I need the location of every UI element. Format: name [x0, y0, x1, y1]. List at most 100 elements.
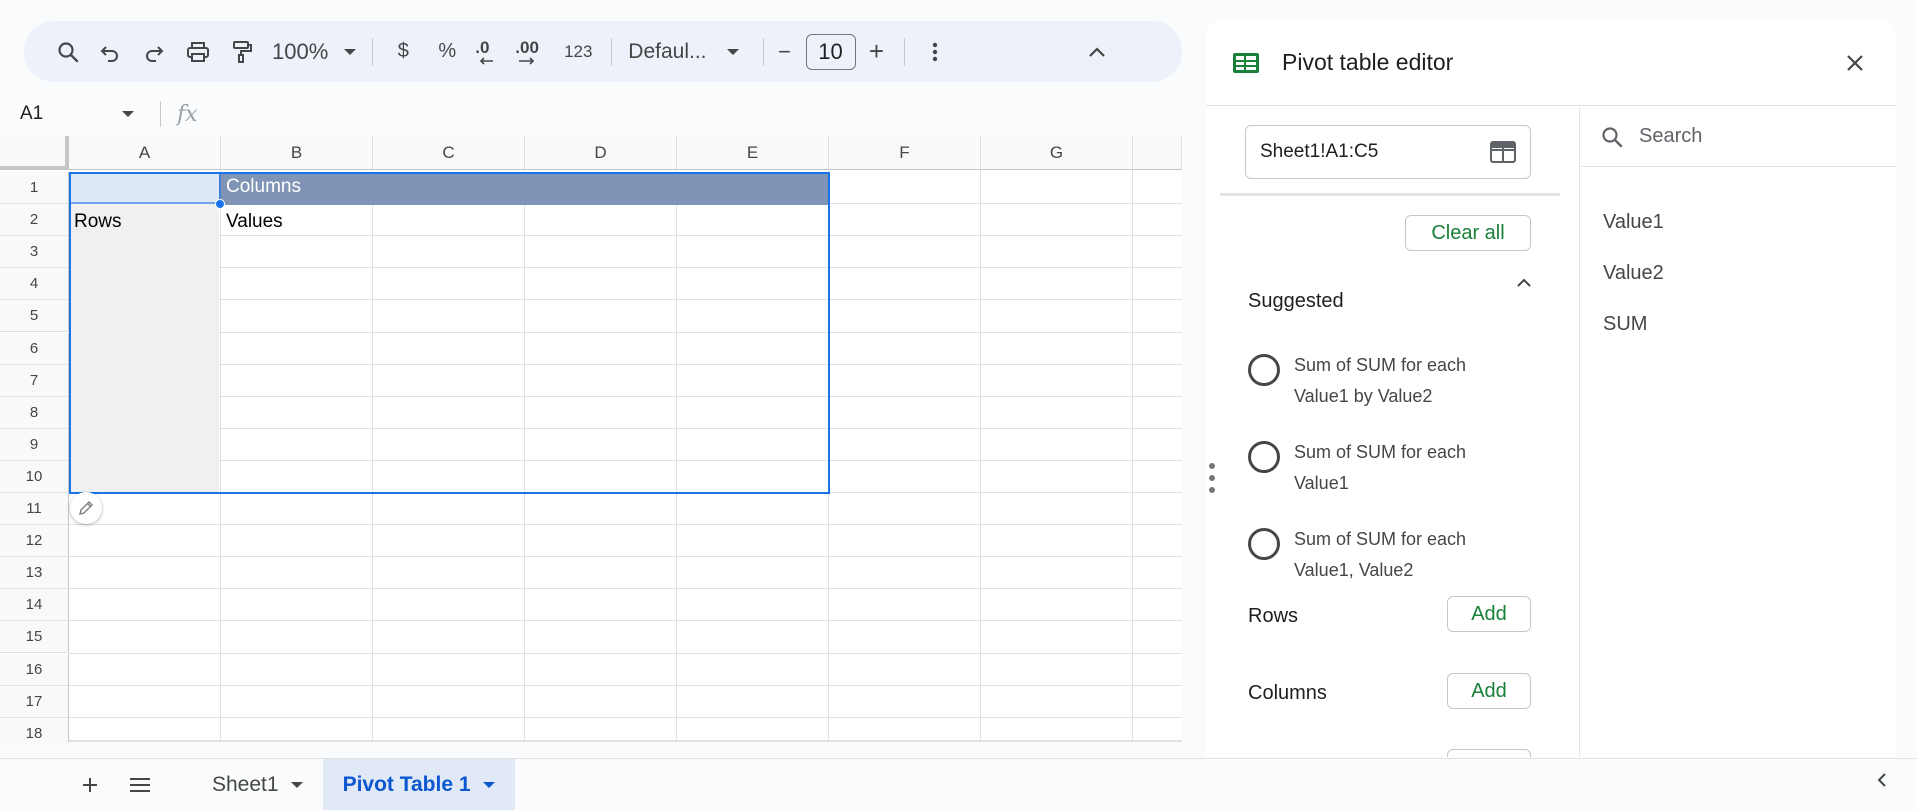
- paint-format-icon[interactable]: [220, 32, 264, 72]
- row-header-11[interactable]: 11: [0, 493, 69, 526]
- row-header-13[interactable]: 13: [0, 557, 69, 590]
- row-header-18[interactable]: 18: [0, 717, 69, 742]
- row-header-7[interactable]: 7: [0, 364, 69, 397]
- row-header-1[interactable]: 1: [0, 172, 69, 205]
- sheet-tab-sheet1[interactable]: Sheet1: [192, 759, 323, 810]
- pivot-table-editor-panel: Pivot table editor Sheet1!A1:C5 Clear al…: [1206, 20, 1896, 757]
- font-select[interactable]: Defaul...: [620, 32, 746, 72]
- data-range-field[interactable]: Sheet1!A1:C5: [1245, 125, 1531, 179]
- add-rows-button[interactable]: Add: [1447, 596, 1531, 632]
- toolbar-divider: [372, 37, 374, 66]
- drag-handle-icon[interactable]: [1208, 461, 1216, 500]
- plus-icon: +: [868, 36, 885, 66]
- radio-icon[interactable]: [1248, 528, 1280, 560]
- suggested-title: Suggested: [1248, 290, 1344, 312]
- row-header-5[interactable]: 5: [0, 300, 69, 333]
- row-header-15[interactable]: 15: [0, 621, 69, 654]
- add-values-button[interactable]: [1447, 749, 1531, 757]
- active-cell-a1[interactable]: [69, 172, 221, 204]
- column-header-e[interactable]: E: [677, 136, 829, 170]
- radio-icon[interactable]: [1248, 354, 1280, 386]
- add-sheet-icon[interactable]: [70, 765, 110, 805]
- row-header-6[interactable]: 6: [0, 332, 69, 365]
- zoom-select[interactable]: 100%: [264, 32, 364, 72]
- fx-icon: fx: [177, 101, 198, 127]
- close-icon[interactable]: [1842, 50, 1868, 76]
- undo-icon[interactable]: [88, 32, 132, 72]
- add-columns-button[interactable]: Add: [1447, 673, 1531, 709]
- hide-menus-icon[interactable]: [1077, 32, 1117, 72]
- grid-row-line: [69, 652, 1182, 654]
- rows-section-title: Rows: [1248, 605, 1299, 627]
- clear-all-button[interactable]: Clear all: [1405, 215, 1531, 251]
- field-search-input[interactable]: [1639, 125, 1879, 148]
- field-item-sum[interactable]: SUM: [1603, 313, 1647, 336]
- column-header-filler: [1133, 136, 1182, 170]
- column-header-d[interactable]: D: [525, 136, 677, 170]
- decrease-font-size-button[interactable]: −: [772, 32, 798, 72]
- select-all-corner[interactable]: [0, 136, 69, 170]
- suggestion-option[interactable]: Sum of SUM for each Value1: [1248, 437, 1494, 499]
- cell-a2: Rows: [74, 211, 122, 232]
- column-header-g[interactable]: G: [981, 136, 1133, 170]
- grid-row-line: [69, 459, 1182, 461]
- row-header-9[interactable]: 9: [0, 428, 69, 461]
- grid-column-line: [828, 170, 829, 740]
- field-item-value2[interactable]: Value2: [1603, 262, 1664, 285]
- row-header-16[interactable]: 16: [0, 653, 69, 686]
- decrease-decimal-button[interactable]: .0: [469, 32, 509, 72]
- sheet-tab-pivot-table-1[interactable]: Pivot Table 1: [322, 758, 515, 810]
- panel-header: Pivot table editor: [1206, 20, 1896, 106]
- percent-format-button[interactable]: %: [425, 32, 469, 72]
- row-header-17[interactable]: 17: [0, 685, 69, 718]
- edit-pivot-button[interactable]: [70, 492, 102, 524]
- toolbar-divider: [762, 37, 764, 66]
- search-icon: [1602, 126, 1623, 147]
- column-header-f[interactable]: F: [829, 136, 981, 170]
- suggestion-option[interactable]: Sum of SUM for each Value1 by Value2: [1248, 350, 1494, 412]
- field-item-value1[interactable]: Value1: [1603, 211, 1664, 234]
- formula-input[interactable]: [198, 95, 1182, 133]
- more-options-icon[interactable]: [913, 32, 957, 72]
- row-header-14[interactable]: 14: [0, 589, 69, 622]
- row-header-12[interactable]: 12: [0, 525, 69, 558]
- fields-column: Value1 Value2 SUM: [1581, 107, 1896, 757]
- select-range-icon[interactable]: [1490, 141, 1516, 163]
- row-header-10[interactable]: 10: [0, 460, 69, 493]
- arrow-left-icon: [480, 56, 494, 65]
- grid-row-line: [69, 716, 1182, 718]
- all-sheets-menu-icon[interactable]: [120, 765, 160, 805]
- spreadsheet-grid[interactable]: ABCDEFG 1 2 3 4 5 6 7 8 9 10 11 12 13 14 15 16 17 18 Colu…: [0, 136, 1182, 742]
- column-header-c[interactable]: C: [373, 136, 525, 170]
- currency-format-button[interactable]: $: [381, 32, 425, 72]
- increase-decimal-button[interactable]: .00: [509, 32, 553, 72]
- collapse-sidepanel-icon[interactable]: [1875, 771, 1889, 794]
- radio-icon[interactable]: [1248, 441, 1280, 473]
- column-header-a[interactable]: A: [69, 136, 221, 170]
- row-header-2[interactable]: 2: [0, 204, 69, 237]
- suggestion-option[interactable]: Sum of SUM for each Value1, Value2: [1248, 524, 1494, 586]
- row-header-4[interactable]: 4: [0, 268, 69, 301]
- grid-column-line: [1132, 170, 1133, 740]
- column-header-b[interactable]: B: [221, 136, 373, 170]
- row-header-3[interactable]: 3: [0, 236, 69, 269]
- horizontal-scrollbar[interactable]: [69, 740, 1182, 742]
- grid-row-line: [69, 620, 1182, 622]
- chevron-up-icon[interactable]: [1516, 275, 1532, 293]
- fill-handle[interactable]: [215, 199, 225, 209]
- increase-font-size-button[interactable]: +: [864, 32, 890, 72]
- name-box[interactable]: A1: [0, 103, 150, 125]
- suggestion-label: Sum of SUM for each Value1: [1294, 442, 1467, 493]
- font-size-input[interactable]: 10: [805, 33, 856, 70]
- row-header-8[interactable]: 8: [0, 396, 69, 429]
- print-icon[interactable]: [176, 32, 220, 72]
- more-formats-button[interactable]: 123: [553, 32, 603, 72]
- columns-section-title: Columns: [1248, 682, 1327, 704]
- toolbar: 100% $ % .0 .00 123 Defaul... − 10 +: [24, 21, 1182, 82]
- grid-row-line: [69, 299, 1182, 301]
- search-menus-icon[interactable]: [48, 32, 88, 72]
- grid-row-line: [69, 524, 1182, 526]
- suggestion-label: Sum of SUM for each Value1, Value2: [1294, 529, 1467, 580]
- redo-icon[interactable]: [132, 32, 176, 72]
- number-format-label: 123: [564, 41, 593, 61]
